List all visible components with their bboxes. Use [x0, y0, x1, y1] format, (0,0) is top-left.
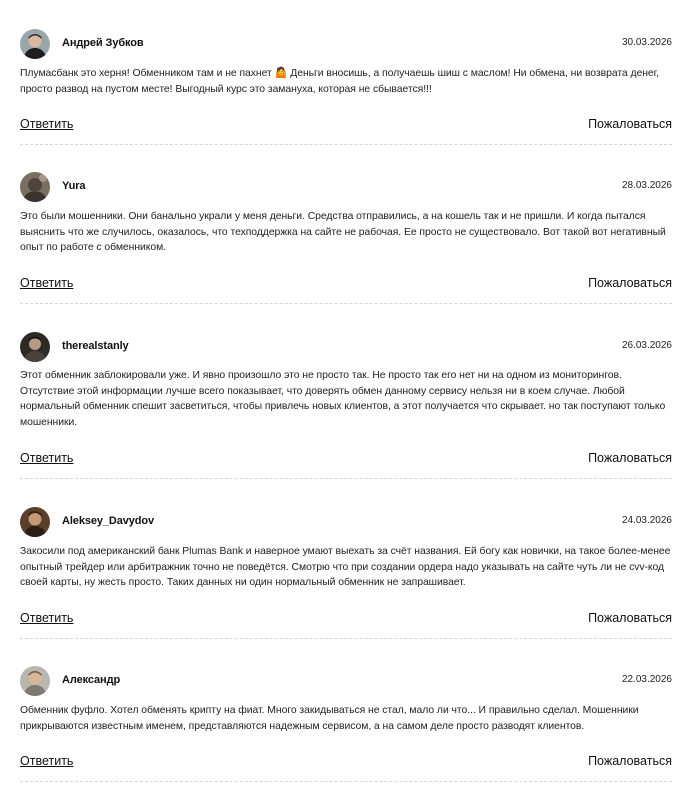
avatar[interactable]: [20, 666, 50, 696]
reply-button[interactable]: Ответить: [20, 451, 73, 465]
avatar[interactable]: [20, 172, 50, 202]
comment-text: Закосили под американский банк Plumas Ba…: [20, 546, 671, 589]
author-name[interactable]: Yura: [62, 180, 86, 192]
complain-button[interactable]: Пожаловаться: [588, 117, 672, 131]
comment-header: Андрей Зубков 30.03.2026: [20, 29, 672, 59]
comment-divider: [20, 478, 672, 479]
user-photo-icon: [20, 666, 50, 696]
complain-button[interactable]: Пожаловаться: [588, 611, 672, 625]
comment-date: 24.03.2026: [621, 515, 672, 526]
comment-header: Yura 28.03.2026: [20, 172, 672, 202]
comment-divider: [20, 144, 672, 145]
comment-date: 28.03.2026: [621, 180, 672, 191]
complain-button[interactable]: Пожаловаться: [588, 754, 672, 768]
author-name[interactable]: therealstanly: [62, 340, 129, 352]
comment-text: Этот обменник заблокировали уже. И явно …: [20, 370, 666, 429]
reply-button[interactable]: Ответить: [20, 276, 73, 290]
comment-date: 22.03.2026: [621, 674, 672, 685]
avatar[interactable]: [20, 29, 50, 59]
comment-divider: [20, 781, 672, 782]
comment-date: 30.03.2026: [621, 37, 672, 48]
reply-button[interactable]: Ответить: [20, 611, 73, 625]
comment-header: Александр 22.03.2026: [20, 666, 672, 696]
user-photo-icon: [20, 507, 50, 537]
comment-text: Это были мошенники. Они банально украли …: [20, 211, 666, 254]
author-name[interactable]: Андрей Зубков: [62, 37, 144, 49]
reply-button[interactable]: Ответить: [20, 754, 73, 768]
comment-date: 26.03.2026: [621, 340, 672, 351]
user-photo-icon: [20, 172, 50, 202]
avatar[interactable]: [20, 332, 50, 362]
complain-button[interactable]: Пожаловаться: [588, 451, 672, 465]
comment-header: Aleksey_Davydov 24.03.2026: [20, 507, 672, 537]
reply-button[interactable]: Ответить: [20, 117, 73, 131]
comment-divider: [20, 303, 672, 304]
complain-button[interactable]: Пожаловаться: [588, 276, 672, 290]
comment-text: Плумасбанк это херня! Обменником там и н…: [20, 68, 659, 95]
comment-divider: [20, 638, 672, 639]
author-name[interactable]: Александр: [62, 674, 120, 686]
author-name[interactable]: Aleksey_Davydov: [62, 515, 154, 527]
comment-header: therealstanly 26.03.2026: [20, 332, 672, 362]
user-photo-icon: [20, 29, 50, 59]
comment-text: Обменник фуфло. Хотел обменять крипту на…: [20, 705, 639, 732]
avatar[interactable]: [20, 507, 50, 537]
user-photo-icon: [20, 332, 50, 362]
